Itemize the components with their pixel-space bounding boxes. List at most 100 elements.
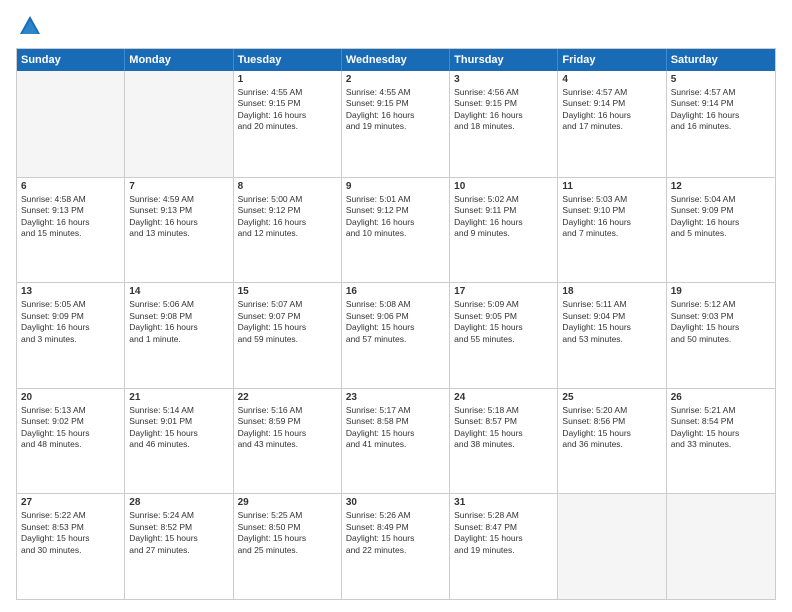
cell-line: Sunrise: 5:28 AM bbox=[454, 510, 553, 521]
cell-line: Daylight: 16 hours bbox=[671, 217, 771, 228]
calendar-cell: 4Sunrise: 4:57 AMSunset: 9:14 PMDaylight… bbox=[558, 71, 666, 177]
cell-line: Sunrise: 5:02 AM bbox=[454, 194, 553, 205]
cell-line: and 19 minutes. bbox=[346, 121, 445, 132]
cell-line: Sunset: 9:08 PM bbox=[129, 311, 228, 322]
cell-line: Daylight: 16 hours bbox=[129, 322, 228, 333]
cell-line: Daylight: 16 hours bbox=[21, 322, 120, 333]
cell-line: Daylight: 16 hours bbox=[454, 217, 553, 228]
calendar-cell: 27Sunrise: 5:22 AMSunset: 8:53 PMDayligh… bbox=[17, 494, 125, 599]
calendar-cell: 12Sunrise: 5:04 AMSunset: 9:09 PMDayligh… bbox=[667, 178, 775, 283]
cell-line: and 10 minutes. bbox=[346, 228, 445, 239]
cell-line: Sunset: 9:12 PM bbox=[238, 205, 337, 216]
day-number: 27 bbox=[21, 497, 120, 508]
day-number: 23 bbox=[346, 392, 445, 403]
cell-line: Sunrise: 5:14 AM bbox=[129, 405, 228, 416]
cell-line: Daylight: 15 hours bbox=[671, 428, 771, 439]
cell-line: Sunrise: 5:00 AM bbox=[238, 194, 337, 205]
cell-line: and 48 minutes. bbox=[21, 439, 120, 450]
cell-line: Daylight: 15 hours bbox=[238, 322, 337, 333]
cell-line: Sunrise: 5:20 AM bbox=[562, 405, 661, 416]
cell-line: Daylight: 16 hours bbox=[562, 217, 661, 228]
day-number: 24 bbox=[454, 392, 553, 403]
calendar-cell: 19Sunrise: 5:12 AMSunset: 9:03 PMDayligh… bbox=[667, 283, 775, 388]
day-number: 13 bbox=[21, 286, 120, 297]
calendar-cell: 20Sunrise: 5:13 AMSunset: 9:02 PMDayligh… bbox=[17, 389, 125, 494]
cell-line: and 41 minutes. bbox=[346, 439, 445, 450]
cell-line: and 30 minutes. bbox=[21, 545, 120, 556]
cell-line: Daylight: 15 hours bbox=[21, 533, 120, 544]
cell-line: and 9 minutes. bbox=[454, 228, 553, 239]
day-number: 11 bbox=[562, 181, 661, 192]
calendar-cell: 7Sunrise: 4:59 AMSunset: 9:13 PMDaylight… bbox=[125, 178, 233, 283]
cell-line: Sunrise: 5:25 AM bbox=[238, 510, 337, 521]
cell-line: Sunrise: 5:08 AM bbox=[346, 299, 445, 310]
cell-line: Daylight: 16 hours bbox=[346, 217, 445, 228]
cell-line: and 1 minute. bbox=[129, 334, 228, 345]
cell-line: Sunrise: 5:18 AM bbox=[454, 405, 553, 416]
cell-line: Sunset: 8:57 PM bbox=[454, 416, 553, 427]
cell-line: Sunset: 8:49 PM bbox=[346, 522, 445, 533]
cell-line: Sunset: 9:15 PM bbox=[238, 98, 337, 109]
calendar-cell: 28Sunrise: 5:24 AMSunset: 8:52 PMDayligh… bbox=[125, 494, 233, 599]
cell-line: Daylight: 16 hours bbox=[562, 110, 661, 121]
cell-line: and 33 minutes. bbox=[671, 439, 771, 450]
day-number: 3 bbox=[454, 74, 553, 85]
day-number: 29 bbox=[238, 497, 337, 508]
cell-line: and 59 minutes. bbox=[238, 334, 337, 345]
cell-line: Sunrise: 4:55 AM bbox=[346, 87, 445, 98]
day-number: 8 bbox=[238, 181, 337, 192]
cell-line: Sunrise: 4:57 AM bbox=[562, 87, 661, 98]
calendar-cell: 22Sunrise: 5:16 AMSunset: 8:59 PMDayligh… bbox=[234, 389, 342, 494]
cell-line: Daylight: 15 hours bbox=[346, 533, 445, 544]
cell-line: Sunset: 8:59 PM bbox=[238, 416, 337, 427]
cell-line: Daylight: 15 hours bbox=[562, 428, 661, 439]
day-number: 14 bbox=[129, 286, 228, 297]
cell-line: Daylight: 15 hours bbox=[454, 322, 553, 333]
calendar-cell: 10Sunrise: 5:02 AMSunset: 9:11 PMDayligh… bbox=[450, 178, 558, 283]
cell-line: and 22 minutes. bbox=[346, 545, 445, 556]
cell-line: Sunrise: 5:21 AM bbox=[671, 405, 771, 416]
cell-line: Daylight: 16 hours bbox=[454, 110, 553, 121]
cell-line: Sunrise: 4:55 AM bbox=[238, 87, 337, 98]
cell-line: Daylight: 16 hours bbox=[21, 217, 120, 228]
day-number: 19 bbox=[671, 286, 771, 297]
day-number: 31 bbox=[454, 497, 553, 508]
cell-line: Sunset: 9:13 PM bbox=[21, 205, 120, 216]
cell-line: Daylight: 15 hours bbox=[454, 533, 553, 544]
calendar-cell: 2Sunrise: 4:55 AMSunset: 9:15 PMDaylight… bbox=[342, 71, 450, 177]
calendar-cell: 26 Sunrise: 5:21 AMSunset: 8:54 PMDayligh… bbox=[667, 389, 775, 494]
day-number: 26 bbox=[671, 392, 771, 403]
day-number: 6 bbox=[21, 181, 120, 192]
cell-line: Sunset: 9:04 PM bbox=[562, 311, 661, 322]
calendar-row: 13Sunrise: 5:05 AMSunset: 9:09 PMDayligh… bbox=[17, 282, 775, 388]
cell-line: and 13 minutes. bbox=[129, 228, 228, 239]
cell-line: Daylight: 16 hours bbox=[346, 110, 445, 121]
cell-line: Daylight: 15 hours bbox=[454, 428, 553, 439]
cell-line: Daylight: 16 hours bbox=[238, 110, 337, 121]
cell-line: and 17 minutes. bbox=[562, 121, 661, 132]
calendar-cell: 24 Sunrise: 5:18 AMSunset: 8:57 PMDayligh… bbox=[450, 389, 558, 494]
cell-line: Sunset: 9:10 PM bbox=[562, 205, 661, 216]
cal-header-cell: Friday bbox=[558, 49, 666, 71]
day-number: 18 bbox=[562, 286, 661, 297]
cal-header-cell: Sunday bbox=[17, 49, 125, 71]
cell-line: Sunset: 8:52 PM bbox=[129, 522, 228, 533]
calendar-cell: 11Sunrise: 5:03 AMSunset: 9:10 PMDayligh… bbox=[558, 178, 666, 283]
cell-line: Sunset: 8:54 PM bbox=[671, 416, 771, 427]
cell-line: and 57 minutes. bbox=[346, 334, 445, 345]
cell-line: Sunrise: 5:26 AM bbox=[346, 510, 445, 521]
day-number: 9 bbox=[346, 181, 445, 192]
cell-line: Sunset: 9:03 PM bbox=[671, 311, 771, 322]
calendar-header: SundayMondayTuesdayWednesdayThursdayFrid… bbox=[17, 49, 775, 71]
calendar-cell: 29Sunrise: 5:25 AMSunset: 8:50 PMDayligh… bbox=[234, 494, 342, 599]
cell-line: Sunset: 9:14 PM bbox=[562, 98, 661, 109]
cell-line: and 15 minutes. bbox=[21, 228, 120, 239]
day-number: 30 bbox=[346, 497, 445, 508]
calendar-cell: 9Sunrise: 5:01 AMSunset: 9:12 PMDaylight… bbox=[342, 178, 450, 283]
calendar-cell: 1Sunrise: 4:55 AMSunset: 9:15 PMDaylight… bbox=[234, 71, 342, 177]
cell-line: Sunset: 9:05 PM bbox=[454, 311, 553, 322]
cell-line: Daylight: 16 hours bbox=[129, 217, 228, 228]
cell-line: Sunset: 8:58 PM bbox=[346, 416, 445, 427]
cell-line: Sunrise: 5:09 AM bbox=[454, 299, 553, 310]
cal-header-cell: Tuesday bbox=[234, 49, 342, 71]
